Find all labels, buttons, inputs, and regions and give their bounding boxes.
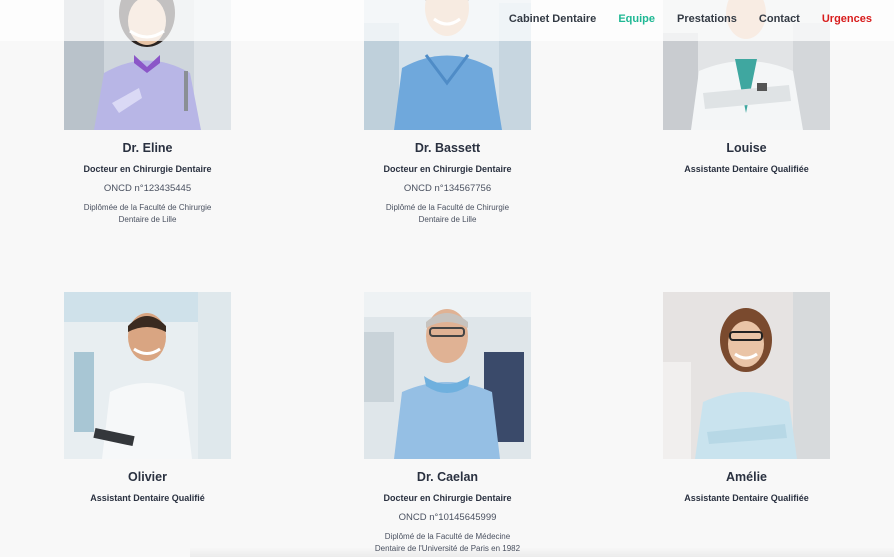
nav-item-contact[interactable]: Contact <box>759 13 800 25</box>
team-name: Louise <box>726 141 767 155</box>
team-card-caelan: Dr. Caelan Docteur en Chirurgie Dentaire… <box>364 292 531 554</box>
team-oncd: ONCD n°134567756 <box>403 183 492 194</box>
team-oncd: ONCD n°10145645999 <box>398 512 497 523</box>
team-role: Docteur en Chirurgie Dentaire <box>83 164 212 174</box>
portrait-image <box>663 292 830 459</box>
diploma-line: Diplômée de la Faculté de Chirurgie <box>83 203 212 212</box>
team-name: Dr. Caelan <box>416 470 479 484</box>
nav-item-equipe[interactable]: Equipe <box>618 13 655 25</box>
team-name: Dr. Eline <box>122 141 173 155</box>
portrait-image <box>364 292 531 459</box>
diploma-line: Dentaire de Lille <box>118 214 177 224</box>
bottom-shadow <box>190 547 894 557</box>
portrait-image <box>64 292 231 459</box>
nav-item-prestations[interactable]: Prestations <box>677 13 737 25</box>
team-diploma: Diplômée de la Faculté de Chirurgie Dent… <box>49 202 246 225</box>
team-photo-amelie <box>663 292 830 459</box>
team-oncd: ONCD n°123435445 <box>103 183 192 194</box>
diploma-line: Diplômé de la Faculté de Médecine <box>384 532 511 541</box>
team-card-olivier: Olivier Assistant Dentaire Qualifié <box>64 292 231 503</box>
diploma-line: Dentaire de Lille <box>418 214 477 224</box>
nav-item-cabinet-dentaire[interactable]: Cabinet Dentaire <box>509 13 596 25</box>
team-photo-olivier <box>64 292 231 459</box>
top-navigation: Cabinet Dentaire Equipe Prestations Cont… <box>0 0 894 41</box>
team-role: Assistant Dentaire Qualifié <box>90 493 205 503</box>
nav-item-urgences[interactable]: Urgences <box>822 13 872 25</box>
team-card-amelie: Amélie Assistante Dentaire Qualifiée <box>663 292 830 503</box>
nav-links: Cabinet Dentaire Equipe Prestations Cont… <box>487 13 872 25</box>
diploma-line: Diplômé de la Faculté de Chirurgie <box>385 203 510 212</box>
team-name: Dr. Bassett <box>414 141 481 155</box>
team-role: Docteur en Chirurgie Dentaire <box>383 493 512 503</box>
team-name: Olivier <box>128 470 167 484</box>
team-role: Docteur en Chirurgie Dentaire <box>383 164 512 174</box>
team-photo-caelan <box>364 292 531 459</box>
team-diploma: Diplômé de la Faculté de Chirurgie Denta… <box>349 202 546 225</box>
team-role: Assistante Dentaire Qualifiée <box>684 493 809 503</box>
team-role: Assistante Dentaire Qualifiée <box>684 164 809 174</box>
team-name: Amélie <box>726 470 767 484</box>
